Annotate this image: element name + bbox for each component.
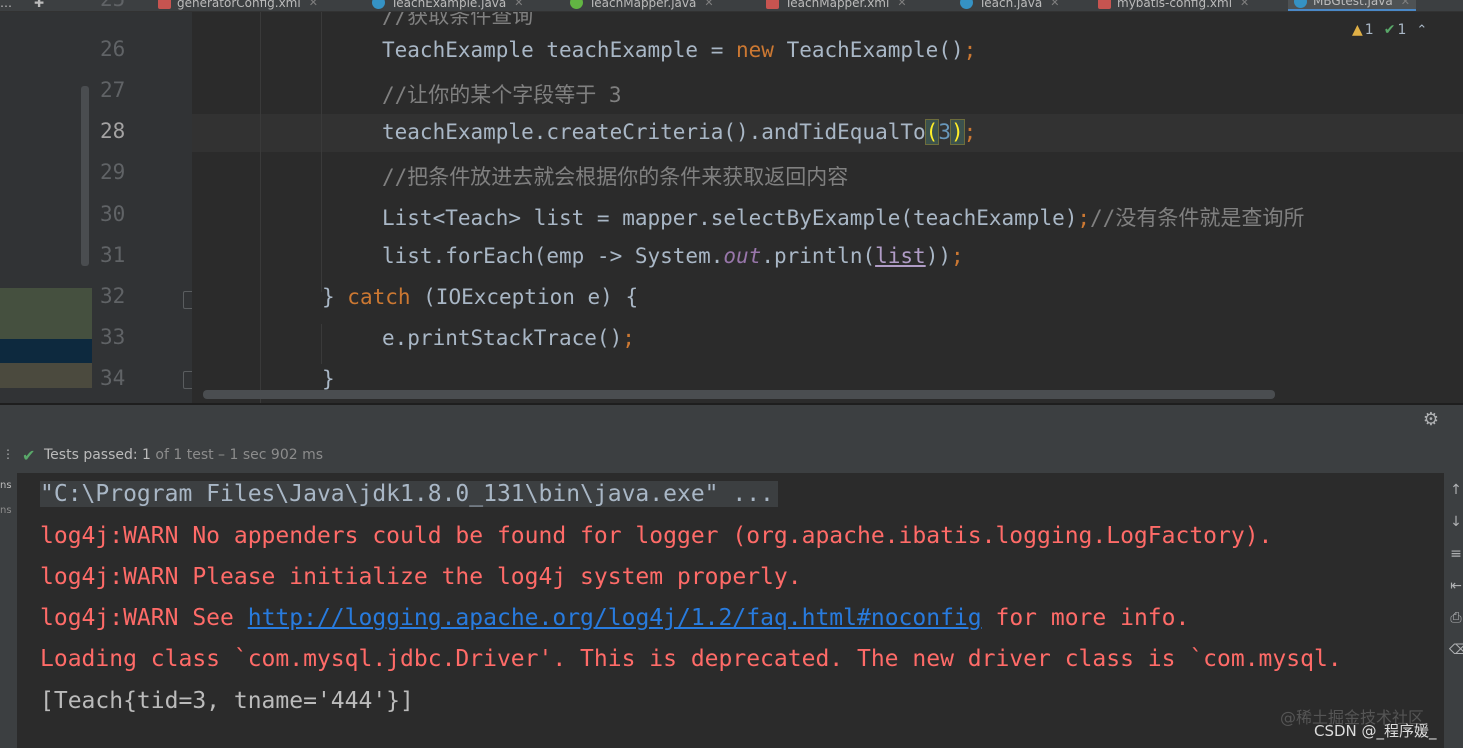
soft-wrap-icon[interactable]: ≡ <box>1449 546 1463 562</box>
pin-tabs-icon[interactable]: ✚ <box>34 0 44 11</box>
watermark: CSDN @_程序媛_ <box>1314 722 1437 740</box>
line-number-current: 28 <box>100 119 126 143</box>
test-tree-item[interactable]: ns <box>0 480 12 491</box>
more-icon[interactable]: ⋮ <box>2 447 14 461</box>
changed-file-highlight <box>0 288 92 339</box>
line-number: 34 <box>100 366 126 390</box>
console-deprecation-line: Loading class `com.mysql.jdbc.Driver'. T… <box>40 646 1342 672</box>
test-tree-edge: ns ns <box>0 473 17 748</box>
code-line-28: teachExample.createCriteria().andTidEqua… <box>382 119 977 145</box>
close-icon[interactable]: ✕ <box>1240 0 1249 9</box>
tab-overflow[interactable]: … <box>0 0 12 11</box>
indent-guide <box>321 12 322 292</box>
line-number: 30 <box>100 202 126 226</box>
modified-file-highlight <box>0 363 92 388</box>
test-status-text: Tests passed: 1 of 1 test – 1 sec 902 ms <box>44 447 324 463</box>
mapper-interface-icon <box>570 0 583 9</box>
check-icon: ✔ <box>1383 22 1396 38</box>
line-number: 26 <box>100 37 126 61</box>
indent-guide <box>260 12 261 403</box>
code-line-29: //把条件放进去就会根据你的条件来获取返回内容 <box>382 165 849 189</box>
code-line-33: e.printStackTrace(); <box>382 326 635 350</box>
test-status-bar: ⋮ ✔ Tests passed: 1 of 1 test – 1 sec 90… <box>0 441 1463 473</box>
clear-icon[interactable]: ⌫ <box>1449 642 1463 658</box>
tab-overflow-icon: … <box>0 0 12 10</box>
console-command-line: "C:\Program Files\Java\jdk1.8.0_131\bin\… <box>40 481 778 507</box>
tab-teach-example[interactable]: TeachExample.java ✕ <box>372 0 523 11</box>
warning-count: 1 <box>1364 22 1374 38</box>
code-line-25: //获取条件查询 <box>382 12 534 28</box>
gear-icon[interactable]: ⚙ <box>1421 410 1441 430</box>
console-warning-line: log4j:WARN See http://logging.apache.org… <box>40 605 1190 631</box>
console-result-line: [Teach{tid=3, tname='444'}] <box>40 688 414 714</box>
code-line-31: list.forEach(emp -> System.out.println(l… <box>382 244 964 268</box>
code-line-34: } <box>322 367 335 391</box>
java-class-icon <box>372 0 385 9</box>
line-number: 25 <box>100 0 160 11</box>
tab-teach-mapper-xml[interactable]: TeachMapper.xml ✕ <box>766 0 907 11</box>
tab-generator-config[interactable]: generatorConfig.xml ✕ <box>158 0 318 11</box>
inspection-widget[interactable]: ▲ 1 ✔ 1 ⌃ <box>1352 22 1427 38</box>
close-icon[interactable]: ✕ <box>309 0 318 9</box>
java-class-icon <box>960 0 973 9</box>
project-panel-edge <box>0 12 92 403</box>
scroll-up-icon[interactable]: ↑ <box>1449 482 1463 498</box>
tab-teach-java[interactable]: Teach.java ✕ <box>960 0 1059 11</box>
tab-teach-mapper-java[interactable]: TeachMapper.java ✕ <box>570 0 714 11</box>
code-editor[interactable]: //获取条件查询 TeachExample teachExample = new… <box>192 12 1463 403</box>
line-number: 31 <box>100 243 126 267</box>
project-scrollbar[interactable] <box>81 86 89 266</box>
console-warning-line: log4j:WARN Please initialize the log4j s… <box>40 564 802 590</box>
editor-horizontal-scrollbar[interactable] <box>203 390 1275 399</box>
xml-file-icon <box>1098 0 1111 9</box>
close-icon[interactable]: ✕ <box>514 0 523 9</box>
chevron-up-icon[interactable]: ⌃ <box>1416 23 1427 38</box>
scroll-to-end-icon[interactable]: ⇤ <box>1449 578 1463 594</box>
selected-file-highlight <box>0 339 92 363</box>
print-icon[interactable]: ⎙ <box>1449 610 1463 626</box>
line-number: 33 <box>100 325 126 349</box>
code-line-30: List<Teach> list = mapper.selectByExampl… <box>382 206 1305 230</box>
close-icon[interactable]: ✕ <box>897 0 906 9</box>
code-line-27: //让你的某个字段等于 3 <box>382 83 622 107</box>
line-number: 29 <box>100 160 126 184</box>
line-number: 27 <box>100 78 126 102</box>
code-line-26: TeachExample teachExample = new TeachExa… <box>382 38 977 62</box>
run-panel-header <box>0 405 1463 441</box>
indent-guide <box>321 324 322 364</box>
ok-count: 1 <box>1397 22 1407 38</box>
close-icon[interactable]: ✕ <box>704 0 713 9</box>
java-class-icon <box>1294 0 1307 8</box>
run-console[interactable]: "C:\Program Files\Java\jdk1.8.0_131\bin\… <box>17 473 1444 748</box>
test-tree-item[interactable]: ns <box>0 505 12 516</box>
code-line-32: } catch (IOException e) { <box>322 285 639 309</box>
close-icon[interactable]: ✕ <box>1401 0 1410 8</box>
warning-icon: ▲ <box>1352 22 1363 38</box>
check-icon: ✔ <box>22 446 36 465</box>
console-warning-line: log4j:WARN No appenders could be found f… <box>40 523 1273 549</box>
xml-file-icon <box>766 0 779 9</box>
tab-mbgtest[interactable]: MBGtest.java ✕ <box>1288 0 1416 11</box>
tab-mybatis-config[interactable]: mybatis-config.xml ✕ <box>1098 0 1249 11</box>
scroll-down-icon[interactable]: ↓ <box>1449 514 1463 530</box>
editor-tab-bar: … ✚ generatorConfig.xml ✕ TeachExample.ja… <box>0 0 1463 12</box>
faq-link[interactable]: http://logging.apache.org/log4j/1.2/faq.… <box>248 605 982 631</box>
line-number: 32 <box>100 284 126 308</box>
close-icon[interactable]: ✕ <box>1050 0 1059 9</box>
